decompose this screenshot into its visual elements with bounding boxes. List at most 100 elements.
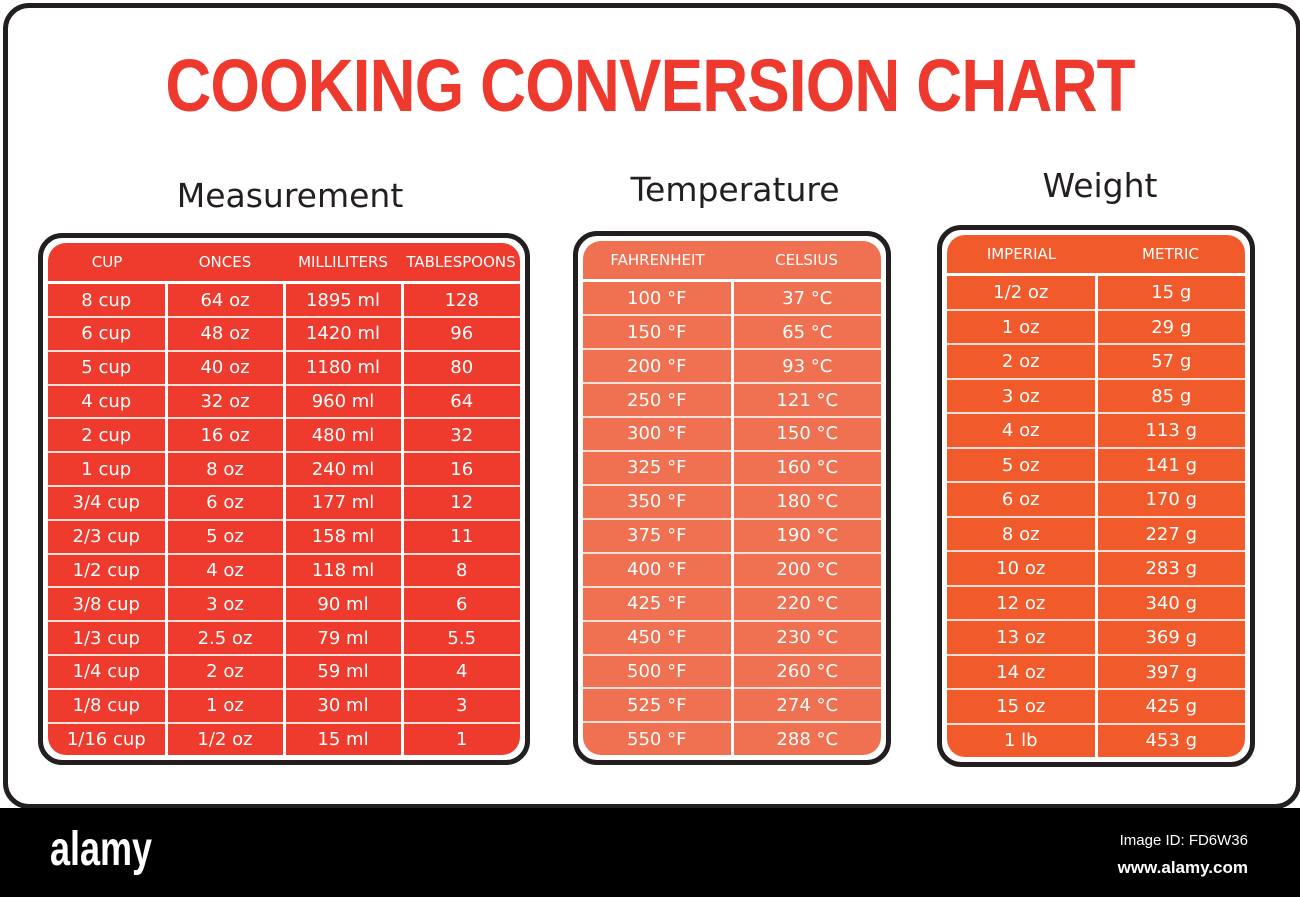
table-row: 450 °F 230 °C bbox=[583, 619, 881, 655]
table-cell: 29 g bbox=[1094, 308, 1245, 345]
table-cell: 32 bbox=[400, 417, 520, 453]
table-cell: 375 °F bbox=[583, 517, 732, 553]
table-row: 12 oz 340 g bbox=[947, 584, 1245, 621]
table-row: 8 oz 227 g bbox=[947, 515, 1245, 552]
table-row: 2 cup 16 oz 480 ml 32 bbox=[48, 417, 520, 453]
table-row: 150 °F 65 °C bbox=[583, 314, 881, 350]
table-cell: 96 bbox=[400, 316, 520, 351]
table-cell: 425 °F bbox=[583, 585, 732, 621]
page-title: COOKING CONVERSION CHART bbox=[165, 44, 1135, 127]
table-cell: 6 bbox=[400, 586, 520, 622]
table-cell: 150 °C bbox=[730, 415, 881, 451]
table-cell: 8 bbox=[400, 552, 520, 588]
table-cell: 274 °C bbox=[730, 687, 881, 723]
table-cell: 4 oz bbox=[164, 552, 284, 588]
table-cell: 283 g bbox=[1094, 550, 1245, 586]
table-cell: 12 oz bbox=[947, 584, 1096, 621]
table-cell: 64 bbox=[400, 383, 520, 419]
table-cell: 6 oz bbox=[164, 485, 284, 520]
table-cell: 79 ml bbox=[282, 620, 402, 655]
table-cell: 118 ml bbox=[282, 552, 402, 588]
table-cell: 8 cup bbox=[81, 289, 132, 311]
column-header: TABLESPOONS bbox=[402, 243, 520, 284]
table-cell: 3/4 cup bbox=[48, 485, 166, 520]
weight-panel: IMPERIAL METRIC 1/2 oz 15 g1 oz 29 g2 oz 57 g… bbox=[937, 225, 1255, 767]
column-header: IMPERIAL bbox=[947, 235, 1096, 276]
table-cell: 40 oz bbox=[164, 349, 284, 385]
column-header: MILLILITERS bbox=[284, 243, 402, 284]
table-row: 4 oz 113 g bbox=[947, 412, 1245, 448]
table-cell: 170 g bbox=[1094, 481, 1245, 517]
table-cell: 1180 ml bbox=[282, 349, 402, 385]
table-cell: 3 bbox=[400, 687, 520, 723]
table-cell: 2.5 oz bbox=[164, 620, 284, 655]
table-cell: 340 g bbox=[1094, 584, 1245, 621]
table-row: 100 °F 37 °C bbox=[583, 280, 881, 316]
table-cell: 57 g bbox=[1094, 343, 1245, 379]
table-row: 14 oz 397 g bbox=[947, 653, 1245, 690]
table-cell: 15 oz bbox=[947, 688, 1096, 724]
table-row: 6 oz 170 g bbox=[947, 481, 1245, 517]
table-cell: 400 °F bbox=[583, 551, 732, 587]
table-cell: 2 cup bbox=[48, 417, 166, 453]
table-cell: 1 oz bbox=[947, 308, 1096, 345]
table-cell: 960 ml bbox=[282, 383, 402, 419]
table-row: 8 cup 64 oz 1895 ml 128 bbox=[48, 282, 520, 318]
footer-url: www.alamy.com bbox=[1117, 858, 1248, 877]
table-cell: 1420 ml bbox=[282, 316, 402, 351]
table-cell: 64 oz bbox=[164, 282, 284, 318]
table-cell: 93 °C bbox=[730, 348, 881, 384]
table-row: 1/3 cup 2.5 oz 79 ml 5.5 bbox=[48, 620, 520, 655]
table-cell: 158 ml bbox=[282, 518, 402, 554]
footer-bar: alamy Image ID: FD6W36 www.alamy.com bbox=[0, 808, 1300, 897]
table-cell: 30 ml bbox=[282, 687, 402, 723]
table-row: 3 oz 85 g bbox=[947, 377, 1245, 414]
column-header: ONCES bbox=[166, 243, 284, 284]
table-cell: 5 oz bbox=[164, 518, 284, 554]
table-row: 350 °F 180 °C bbox=[583, 483, 881, 519]
table-row: 1 oz 29 g bbox=[947, 308, 1245, 345]
table-cell: 260 °C bbox=[730, 653, 881, 689]
table-row: 250 °F 121 °C bbox=[583, 382, 881, 417]
table-cell: 15 g bbox=[1094, 274, 1245, 310]
table-cell: 230 °C bbox=[730, 619, 881, 655]
table-cell: 90 ml bbox=[282, 586, 402, 622]
table-cell: 2 oz bbox=[947, 343, 1096, 379]
header-row: IMPERIAL METRIC bbox=[947, 235, 1245, 276]
table-cell: 8 oz bbox=[947, 515, 1096, 552]
table-cell: 1 lb bbox=[947, 722, 1096, 757]
table-cell: 4 cup bbox=[48, 383, 166, 419]
table-row: 3/4 cup 6 oz 177 ml 12 bbox=[48, 485, 520, 520]
table-cell: 250 °F bbox=[583, 382, 732, 417]
table-cell: 200 °F bbox=[583, 348, 732, 384]
table-cell: 85 g bbox=[1094, 377, 1245, 414]
table-row: 325 °F 160 °C bbox=[583, 449, 881, 485]
table-cell: 177 ml bbox=[282, 485, 402, 520]
temperature-heading: Temperature bbox=[630, 170, 840, 209]
table-cell: 100 °F bbox=[627, 287, 687, 309]
table-row: 3/8 cup 3 oz 90 ml 6 bbox=[48, 586, 520, 622]
table-cell: 14 oz bbox=[947, 653, 1096, 690]
table-cell: 1/2 oz bbox=[164, 721, 284, 755]
table-cell: 5 oz bbox=[947, 446, 1096, 483]
table-row: 550 °F 288 °C bbox=[583, 721, 881, 755]
table-row: 500 °F 260 °C bbox=[583, 653, 881, 689]
table-cell: 5 cup bbox=[48, 349, 166, 385]
table-cell: 550 °F bbox=[583, 721, 732, 755]
table-row: 1/2 cup 4 oz 118 ml 8 bbox=[48, 552, 520, 588]
table-cell: 350 °F bbox=[583, 483, 732, 519]
table-cell: 1/2 cup bbox=[48, 552, 166, 588]
table-cell: 6 oz bbox=[947, 481, 1096, 517]
column-header: METRIC bbox=[1096, 235, 1245, 276]
table-cell: 1/3 cup bbox=[48, 620, 166, 655]
table-cell: 13 oz bbox=[947, 619, 1096, 655]
table-row: 1 cup 8 oz 240 ml 16 bbox=[48, 451, 520, 487]
image-id: Image ID: FD6W36 bbox=[1119, 832, 1248, 849]
table-cell: 10 oz bbox=[947, 550, 1096, 586]
table-row: 10 oz 283 g bbox=[947, 550, 1245, 586]
table-cell: 2/3 cup bbox=[48, 518, 166, 554]
table-cell: 48 oz bbox=[164, 316, 284, 351]
temperature-panel: FAHRENHEIT CELSIUS 100 °F 37 °C 150 °F 65 °C 2… bbox=[573, 231, 891, 765]
table-row: 13 oz 369 g bbox=[947, 619, 1245, 655]
table-row: 2 oz 57 g bbox=[947, 343, 1245, 379]
